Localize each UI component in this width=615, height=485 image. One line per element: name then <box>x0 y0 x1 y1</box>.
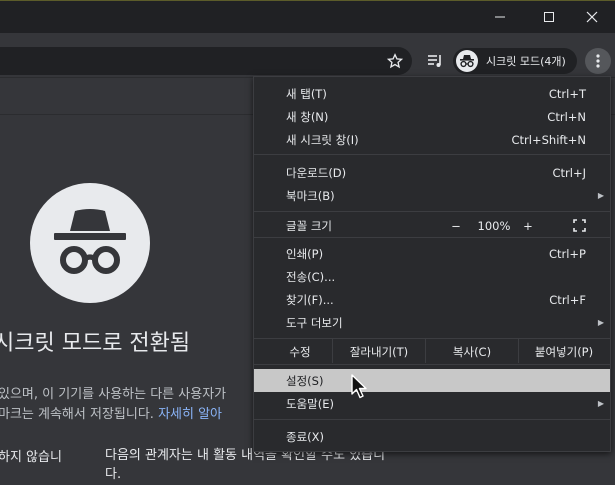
menu-label: 도움말(E) <box>286 396 334 411</box>
menu-shortcut: Ctrl+P <box>548 246 586 261</box>
menu-item-help[interactable]: 도움말(E) ▶ <box>254 392 610 415</box>
menu-item-font-size: 글꼴 크기 <box>254 214 610 237</box>
menu-label: 전송(C)... <box>286 269 336 284</box>
menu-separator <box>254 419 610 420</box>
left-column-text: 하지 않습니 <box>0 450 62 465</box>
menu-label: 새 창(N) <box>286 109 329 124</box>
zoom-level: 100% <box>477 218 511 233</box>
menu-shortcut: Ctrl+T <box>548 86 586 101</box>
media-control-button[interactable] <box>425 51 445 71</box>
address-bar[interactable] <box>0 47 412 75</box>
bookmark-star-button[interactable] <box>385 51 405 71</box>
maximize-icon <box>544 12 554 22</box>
submenu-arrow-icon: ▶ <box>597 191 604 200</box>
menu-label: 찾기(F)... <box>286 292 334 307</box>
music-queue-icon <box>428 55 441 67</box>
menu-label: 인쇄(P) <box>286 246 324 261</box>
cut-button[interactable]: 잘라내기(T) <box>333 340 425 363</box>
more-vert-icon <box>596 54 600 68</box>
close-button[interactable] <box>569 1 615 33</box>
description-line-2: 마크는 계속해서 저장됩니다. 자세히 알아 <box>0 403 222 422</box>
menu-separator <box>254 211 610 212</box>
menu-shortcut: Ctrl+N <box>547 109 586 124</box>
menu-label: 새 탭(T) <box>286 86 327 101</box>
menu-item-print[interactable]: 인쇄(P) Ctrl+P <box>254 242 610 265</box>
submenu-arrow-icon: ▶ <box>597 399 604 408</box>
menu-item-settings[interactable]: 설정(S) <box>254 369 610 392</box>
description-line-1: 있으며, 이 기기를 사용하는 다른 사용자가 <box>0 387 227 402</box>
maximize-button[interactable] <box>526 1 572 33</box>
menu-shortcut: Ctrl+F <box>549 292 586 307</box>
submenu-arrow-icon: ▶ <box>597 318 604 327</box>
menu-item-downloads[interactable]: 다운로드(D) Ctrl+J <box>254 161 610 184</box>
page-heading: 시크릿 모드로 전환됨 <box>0 331 191 356</box>
minimize-button[interactable] <box>477 1 523 33</box>
fullscreen-button[interactable] <box>566 214 592 237</box>
menu-item-new-window[interactable]: 새 창(N) Ctrl+N <box>254 105 610 128</box>
main-menu-button[interactable] <box>585 48 611 74</box>
menu-label: 설정(S) <box>286 373 324 388</box>
menu-label: 종료(X) <box>286 429 325 444</box>
zoom-out-button[interactable]: − <box>440 214 472 237</box>
menu-item-more-tools[interactable]: 도구 더보기 ▶ <box>254 311 610 334</box>
menu-label: 북마크(B) <box>286 188 335 203</box>
menu-separator <box>254 364 610 365</box>
fullscreen-icon <box>572 219 586 232</box>
paste-button[interactable]: 붙여넣기(P) <box>519 340 609 363</box>
mouse-cursor-icon <box>350 374 370 404</box>
menu-item-exit[interactable]: 종료(X) <box>254 425 610 448</box>
incognito-profile-chip[interactable]: 시크릿 모드(4개) <box>453 48 577 74</box>
incognito-label: 시크릿 모드(4개) <box>486 55 566 68</box>
zoom-in-button[interactable]: + <box>516 214 540 237</box>
minimize-icon <box>495 16 505 18</box>
incognito-icon <box>456 50 478 72</box>
menu-item-bookmarks[interactable]: 북마크(B) ▶ <box>254 184 610 207</box>
description-line-2-text: 마크는 계속해서 저장됩니다. <box>0 407 159 422</box>
copy-button[interactable]: 복사(C) <box>426 340 518 363</box>
incognito-hero-icon <box>30 183 150 303</box>
edit-label: 수정 <box>289 344 311 359</box>
menu-item-find[interactable]: 찾기(F)... Ctrl+F <box>254 288 610 311</box>
menu-label: 글꼴 크기 <box>286 218 332 233</box>
menu-item-new-tab[interactable]: 새 탭(T) Ctrl+T <box>254 82 610 105</box>
menu-item-cast[interactable]: 전송(C)... <box>254 265 610 288</box>
menu-shortcut: Ctrl+Shift+N <box>511 132 586 147</box>
menu-separator <box>254 154 610 155</box>
star-icon <box>387 53 403 69</box>
learn-more-link[interactable]: 자세히 알아 <box>158 407 222 422</box>
menu-label: 도구 더보기 <box>286 315 343 330</box>
menu-label: 새 시크릿 창(I) <box>286 132 359 147</box>
title-bar <box>0 0 615 34</box>
menu-separator <box>254 338 610 339</box>
menu-item-new-incognito-window[interactable]: 새 시크릿 창(I) Ctrl+Shift+N <box>254 128 610 151</box>
close-icon <box>586 11 598 23</box>
chrome-main-menu: 새 탭(T) Ctrl+T 새 창(N) Ctrl+N 새 시크릿 창(I) C… <box>253 76 611 452</box>
menu-label: 다운로드(D) <box>286 165 347 180</box>
menu-shortcut: Ctrl+J <box>552 165 587 180</box>
menu-separator <box>254 237 610 238</box>
